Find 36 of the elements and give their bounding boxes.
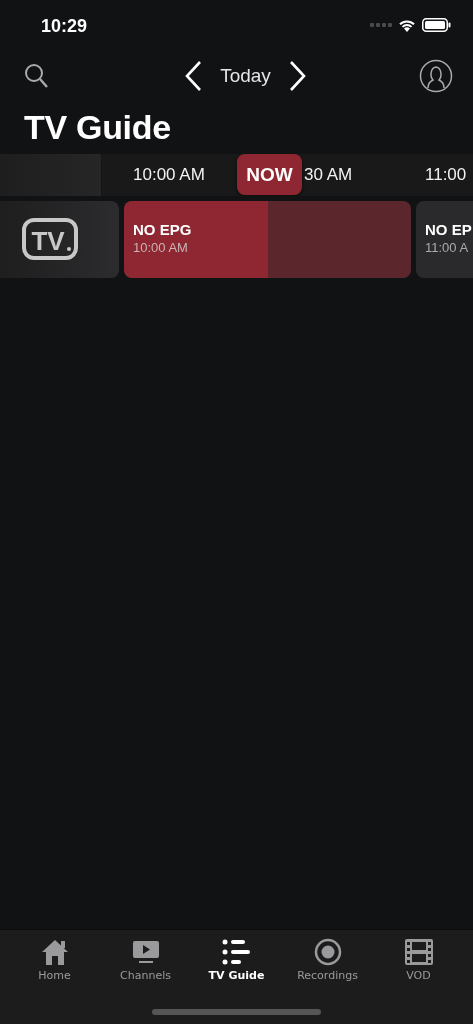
list-icon [221, 938, 252, 966]
page-title: TV Guide [23, 107, 172, 148]
status-time: 10:29 [41, 15, 88, 37]
time-label: 10:00 AM [133, 165, 205, 185]
program-title: NO EP [425, 220, 473, 238]
film-icon [403, 938, 434, 966]
next-day-button[interactable] [288, 60, 307, 92]
chevron-left-icon [184, 60, 203, 92]
wifi-icon [398, 18, 416, 32]
search-button[interactable] [24, 63, 48, 89]
program-time: 11:00 A [425, 239, 470, 255]
previous-day-button[interactable] [184, 60, 203, 92]
tab-item[interactable]: TV Guide [191, 930, 282, 1024]
tab-item[interactable]: VOD [373, 930, 464, 1024]
tv-logo-icon: TV [21, 217, 78, 262]
channel-cell[interactable]: TV [0, 201, 119, 278]
play-screen-icon [131, 938, 160, 966]
user-icon [419, 59, 453, 93]
battery-icon [422, 18, 451, 32]
search-icon [24, 63, 48, 89]
now-badge: NOW [237, 154, 302, 195]
program-card[interactable]: NO EPG 10:00 AM [124, 201, 411, 278]
chevron-right-icon [288, 60, 307, 92]
home-icon [40, 938, 69, 966]
time-label: 30 AM [304, 165, 353, 185]
program-title: NO EPG [133, 220, 193, 238]
program-time: 10:00 AM [133, 239, 189, 255]
signal-icon [370, 23, 392, 27]
tab-item[interactable]: Home [9, 930, 100, 1024]
profile-button[interactable] [419, 59, 453, 93]
date-label: Today [220, 65, 271, 87]
program-card[interactable]: NO EP 11:00 A [416, 201, 473, 278]
time-label: 11:00 [425, 165, 467, 185]
record-icon [313, 938, 342, 966]
tab-item[interactable]: Recordings [282, 930, 373, 1024]
tab-item[interactable]: Channels [100, 930, 191, 1024]
